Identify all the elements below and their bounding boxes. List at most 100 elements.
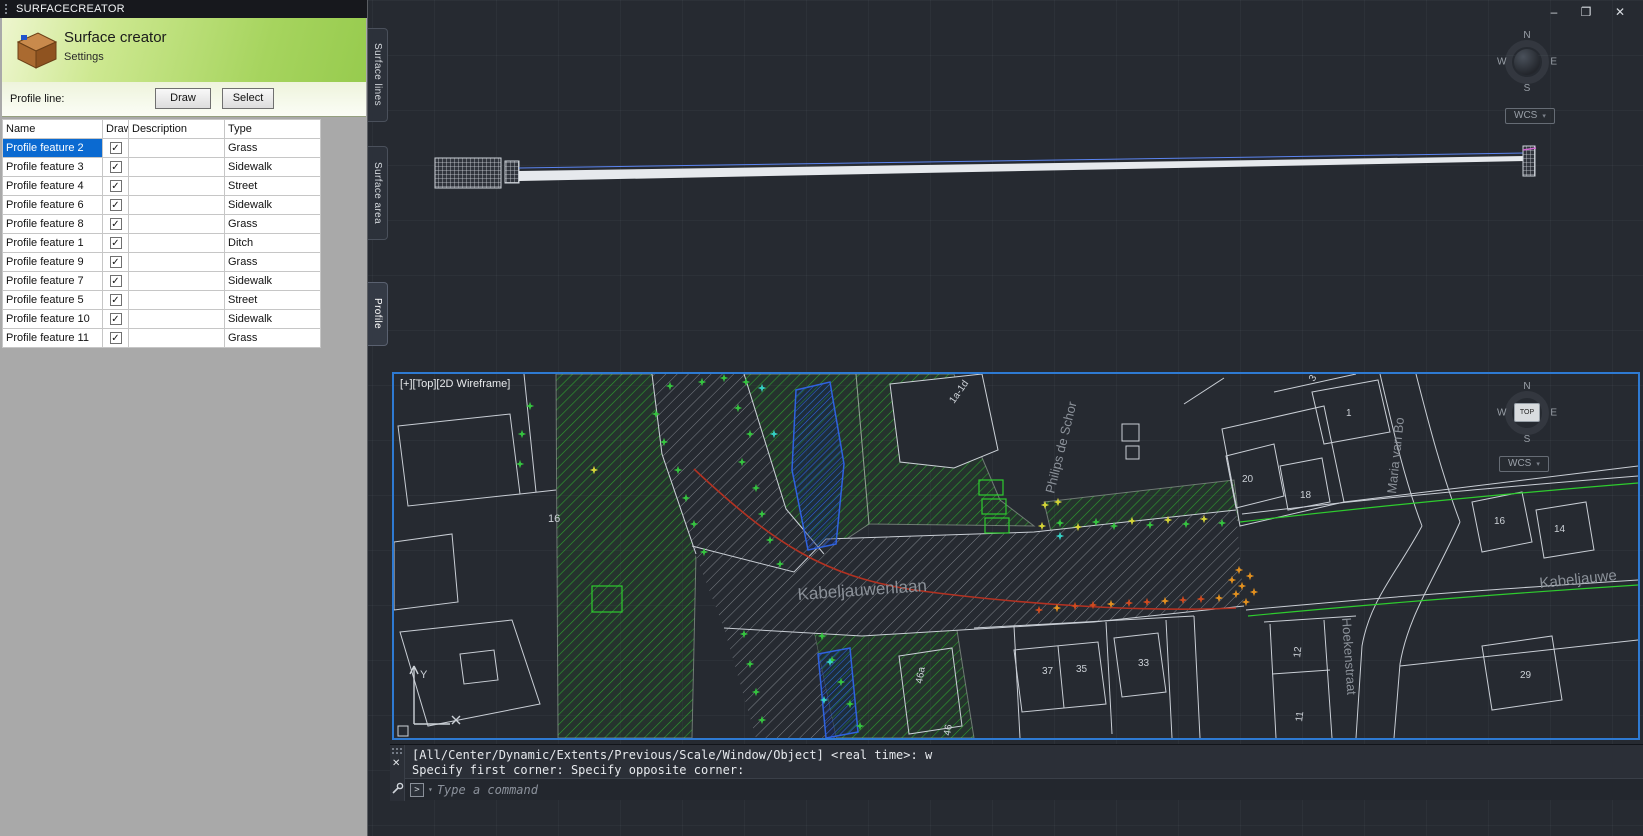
column-header-type[interactable]: Type [224, 119, 321, 139]
row-name[interactable]: Profile feature 2 [2, 138, 103, 158]
table-row[interactable]: Profile feature 7 ✓ Sidewalk [2, 271, 321, 291]
profile-table-body: Profile feature 2 ✓ Grass Profile feature 3… [2, 138, 321, 348]
column-header-draw[interactable]: Draw [102, 119, 129, 139]
row-name[interactable]: Profile feature 3 [2, 157, 103, 177]
row-name[interactable]: Profile feature 10 [2, 309, 103, 329]
command-prompt-icon[interactable]: > [410, 782, 424, 797]
row-description[interactable] [128, 195, 225, 215]
command-input[interactable] [436, 782, 837, 797]
row-type[interactable]: Sidewalk [224, 271, 321, 291]
draw-checkbox[interactable]: ✓ [109, 256, 122, 269]
minimize-icon[interactable]: – [1540, 3, 1568, 21]
table-row[interactable]: Profile feature 8 ✓ Grass [2, 214, 321, 234]
row-name[interactable]: Profile feature 8 [2, 214, 103, 234]
table-row[interactable]: Profile feature 1 ✓ Ditch [2, 233, 321, 253]
compass-east[interactable]: E [1550, 57, 1557, 68]
panel-titlebar[interactable]: SURFACECREATOR [0, 0, 367, 18]
table-row[interactable]: Profile feature 9 ✓ Grass [2, 252, 321, 272]
compass-south[interactable]: S [1524, 434, 1531, 445]
row-type[interactable]: Grass [224, 328, 321, 348]
draw-button[interactable]: Draw [155, 88, 211, 109]
row-name[interactable]: Profile feature 4 [2, 176, 103, 196]
row-name[interactable]: Profile feature 11 [2, 328, 103, 348]
row-type[interactable]: Grass [224, 252, 321, 272]
row-type[interactable]: Ditch [224, 233, 321, 253]
draw-checkbox[interactable]: ✓ [109, 218, 122, 231]
street-label: Maria van Bo [1384, 417, 1407, 495]
table-row[interactable]: Profile feature 11 ✓ Grass [2, 328, 321, 348]
row-description[interactable] [128, 309, 225, 329]
row-type[interactable]: Sidewalk [224, 157, 321, 177]
draw-checkbox[interactable]: ✓ [109, 237, 122, 250]
draw-checkbox[interactable]: ✓ [109, 161, 122, 174]
command-history[interactable]: [All/Center/Dynamic/Extents/Previous/Sca… [405, 745, 1643, 778]
viewcube-top-button[interactable]: TOP [1514, 403, 1540, 422]
table-row[interactable]: Profile feature 4 ✓ Street [2, 176, 321, 196]
draw-checkbox[interactable]: ✓ [109, 294, 122, 307]
row-description[interactable] [128, 214, 225, 234]
navigation-compass[interactable]: N S W E [1497, 30, 1557, 94]
table-row[interactable]: Profile feature 2 ✓ Grass [2, 138, 321, 158]
row-type[interactable]: Sidewalk [224, 309, 321, 329]
table-row[interactable]: Profile feature 6 ✓ Sidewalk [2, 195, 321, 215]
draw-checkbox[interactable]: ✓ [109, 313, 122, 326]
table-row[interactable]: Profile feature 3 ✓ Sidewalk [2, 157, 321, 177]
row-description[interactable] [128, 176, 225, 196]
close-command-icon[interactable]: ✕ [392, 758, 400, 769]
survey-marker [1249, 587, 1259, 597]
compass-south[interactable]: S [1524, 83, 1531, 94]
compass-east[interactable]: E [1550, 408, 1557, 419]
compass-west[interactable]: W [1497, 57, 1506, 68]
column-header-name[interactable]: Name [2, 119, 103, 139]
table-row[interactable]: Profile feature 5 ✓ Street [2, 290, 321, 310]
tab-profile[interactable]: Profile [368, 282, 388, 346]
draw-checkbox[interactable]: ✓ [109, 180, 122, 193]
viewcube-sphere[interactable] [1514, 49, 1540, 75]
compass-west[interactable]: W [1497, 408, 1506, 419]
select-button[interactable]: Select [222, 88, 274, 109]
table-row[interactable]: Profile feature 10 ✓ Sidewalk [2, 309, 321, 329]
draw-checkbox[interactable]: ✓ [109, 199, 122, 212]
row-name[interactable]: Profile feature 6 [2, 195, 103, 215]
draw-checkbox[interactable]: ✓ [109, 275, 122, 288]
compass-north[interactable]: N [1523, 381, 1530, 392]
wrench-icon[interactable] [391, 782, 404, 795]
profile-drawing [434, 145, 1537, 189]
map-viewport[interactable]: [+][Top][2D Wireframe] Y Kabeljauwenlaan… [392, 372, 1640, 740]
row-description[interactable] [128, 328, 225, 348]
viewport-controls-label[interactable]: [+][Top][2D Wireframe] [400, 378, 510, 390]
row-name[interactable]: Profile feature 9 [2, 252, 103, 272]
draw-checkbox[interactable]: ✓ [109, 332, 122, 345]
compass-north[interactable]: N [1523, 30, 1530, 41]
chevron-down-icon[interactable]: ▾ [428, 785, 433, 794]
maximize-icon[interactable]: ❐ [1572, 3, 1600, 21]
drag-grip-icon[interactable] [4, 3, 8, 15]
row-type[interactable]: Street [224, 290, 321, 310]
tab-surface-lines[interactable]: Surface lines [368, 28, 388, 122]
column-header-description[interactable]: Description [128, 119, 225, 139]
chevron-down-icon: ▾ [1536, 460, 1540, 468]
row-type[interactable]: Street [224, 176, 321, 196]
wcs-badge[interactable]: WCS ▾ [1505, 108, 1555, 124]
row-name[interactable]: Profile feature 7 [2, 271, 103, 291]
row-name[interactable]: Profile feature 5 [2, 290, 103, 310]
command-rail: ✕ [390, 745, 405, 801]
row-type[interactable]: Sidewalk [224, 195, 321, 215]
row-description[interactable] [128, 157, 225, 177]
row-description[interactable] [128, 290, 225, 310]
row-description[interactable] [128, 138, 225, 158]
close-icon[interactable]: ✕ [1606, 3, 1634, 21]
tab-surface-area[interactable]: Surface area [368, 146, 388, 240]
navigation-compass-map[interactable]: N S W E TOP [1497, 381, 1557, 445]
draw-checkbox[interactable]: ✓ [109, 142, 122, 155]
profile-features-table: Name Draw Description Type Profile featu… [2, 119, 321, 348]
row-description[interactable] [128, 271, 225, 291]
row-type[interactable]: Grass [224, 214, 321, 234]
drag-grip-icon[interactable] [391, 747, 404, 755]
wcs-badge-map[interactable]: WCS ▾ [1499, 456, 1549, 472]
row-type[interactable]: Grass [224, 138, 321, 158]
profile-wall-right [1522, 145, 1536, 177]
row-description[interactable] [128, 233, 225, 253]
row-name[interactable]: Profile feature 1 [2, 233, 103, 253]
row-description[interactable] [128, 252, 225, 272]
